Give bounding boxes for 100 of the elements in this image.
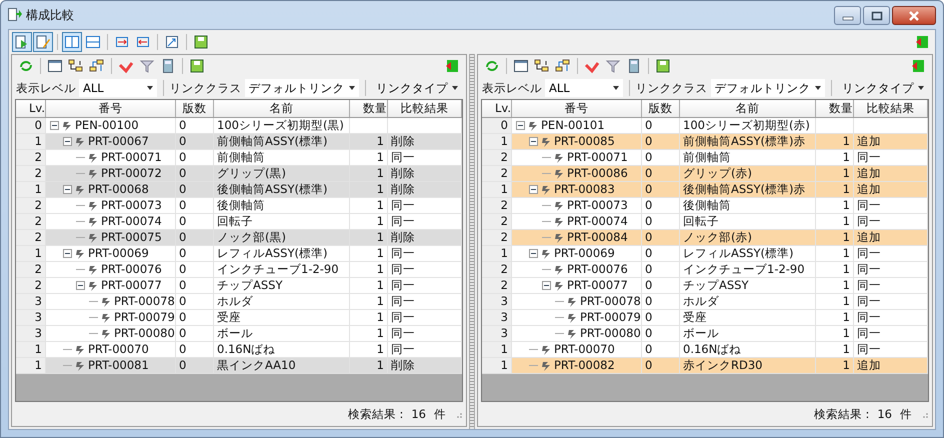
part-number: PRT-00072 — [101, 166, 162, 181]
version-cell: 0 — [176, 198, 214, 213]
table-row[interactable]: 2 PRT-00077 0 チップASSY 1 同一 — [16, 278, 462, 294]
collapse-icon[interactable] — [516, 121, 525, 130]
collapse-icon[interactable] — [50, 121, 59, 130]
table-row[interactable]: 1 PRT-00067 0 前側軸筒ASSY(標準) 1 削除 — [16, 134, 462, 150]
name-cell: 回転子 — [214, 214, 350, 229]
table-row[interactable]: 2 PRT-00073 0 後側軸筒 1 同一 — [16, 198, 462, 214]
compare-icon[interactable] — [12, 32, 32, 52]
version-cell: 0 — [642, 134, 680, 149]
version-cell: 0 — [176, 230, 214, 245]
column-header[interactable]: 数量 — [350, 100, 388, 117]
column-header[interactable]: 版数 — [176, 100, 214, 117]
table-row[interactable]: 1 PRT-00082 0 赤インクRD30 1 追加 — [482, 358, 928, 374]
quantity-cell: 1 — [350, 182, 388, 197]
column-header[interactable]: 比較結果 — [854, 100, 928, 117]
column-header[interactable]: 比較結果 — [388, 100, 462, 117]
table-row[interactable]: 2 PRT-00086 0 グリップ(赤) 1 追加 — [482, 166, 928, 182]
collapse-icon[interactable] — [76, 281, 85, 290]
part-number: PRT-00083 — [554, 182, 615, 197]
name-cell: インクチューブ1-2-90 — [214, 262, 350, 277]
level-dropdown[interactable]: ALL — [545, 79, 623, 97]
part-icon — [100, 328, 112, 340]
collapse-icon[interactable] — [529, 137, 538, 146]
column-header[interactable]: 番号 — [512, 100, 642, 117]
part-icon — [553, 200, 565, 212]
part-number: PRT-00071 — [567, 150, 628, 165]
table-row[interactable]: 2 PRT-00074 0 回転子 1 同一 — [482, 214, 928, 230]
table-row[interactable]: 2 PRT-00071 0 前側軸筒 1 同一 — [482, 150, 928, 166]
splitter-handle[interactable] — [469, 54, 475, 429]
maximize-button[interactable] — [863, 6, 890, 25]
table-row[interactable]: 2 PRT-00075 0 ノック部(黒) 1 削除 — [16, 230, 462, 246]
column-header[interactable]: 版数 — [642, 100, 680, 117]
quantity-cell: 1 — [816, 134, 854, 149]
table-row[interactable]: 3 PRT-00080 0 ボール 1 同一 — [482, 326, 928, 342]
collapse-icon[interactable] — [63, 249, 72, 258]
table-row[interactable]: 2 PRT-00073 0 後側軸筒 1 同一 — [482, 198, 928, 214]
table-row[interactable]: 1 PRT-00085 0 前側軸筒ASSY(標準)赤 1 追加 — [482, 134, 928, 150]
level-cell: 1 — [482, 358, 512, 373]
column-header[interactable]: 名前 — [214, 100, 350, 117]
table-row[interactable]: 1 PRT-00070 0 0.16Nばね 1 同一 — [482, 342, 928, 358]
table-row[interactable]: 2 PRT-00077 0 チップASSY 1 同一 — [482, 278, 928, 294]
table-row[interactable]: 1 PRT-00069 0 レフィルASSY(標準) 1 同一 — [16, 246, 462, 262]
result-cell: 同一 — [388, 214, 462, 229]
version-cell: 0 — [176, 358, 214, 373]
table-row[interactable]: 2 PRT-00076 0 インクチューブ1-2-90 1 同一 — [482, 262, 928, 278]
table-row[interactable]: 1 PRT-00070 0 0.16Nばね 1 同一 — [16, 342, 462, 358]
split-vertical-icon[interactable] — [62, 32, 82, 52]
part-icon — [87, 280, 99, 292]
table-row[interactable]: 2 PRT-00076 0 インクチューブ1-2-90 1 同一 — [16, 262, 462, 278]
part-number: PRT-00076 — [101, 262, 162, 277]
table-row[interactable]: 3 PRT-00078 0 ホルダ 1 同一 — [16, 294, 462, 310]
collapse-icon[interactable] — [529, 249, 538, 258]
level-dropdown[interactable]: ALL — [79, 79, 157, 97]
table-row[interactable]: 3 PRT-00079 0 受座 1 同一 — [16, 310, 462, 326]
table-row[interactable]: 0 PEN-00100 0 100シリーズ初期型(黒) — [16, 118, 462, 134]
column-header[interactable]: 番号 — [46, 100, 176, 117]
link-type-dropdown[interactable]: リンクタイプ — [372, 79, 462, 97]
link-type-dropdown[interactable]: リンクタイプ — [838, 79, 928, 97]
part-icon — [553, 152, 565, 164]
table-row[interactable]: 2 PRT-00084 0 ノック部(赤) 1 追加 — [482, 230, 928, 246]
table-row[interactable]: 1 PRT-00083 0 後側軸筒ASSY(標準)赤 1 追加 — [482, 182, 928, 198]
collapse-icon[interactable] — [529, 185, 538, 194]
minimize-button[interactable] — [834, 6, 861, 25]
quantity-cell: 1 — [816, 246, 854, 261]
table-row[interactable]: 3 PRT-00079 0 受座 1 同一 — [482, 310, 928, 326]
quantity-cell: 1 — [350, 278, 388, 293]
result-cell: 同一 — [388, 278, 462, 293]
result-cell: 追加 — [854, 230, 928, 245]
table-row[interactable]: 2 PRT-00072 0 グリップ(黒) 1 削除 — [16, 166, 462, 182]
table-row[interactable]: 2 PRT-00074 0 回転子 1 同一 — [16, 214, 462, 230]
column-header[interactable]: 名前 — [680, 100, 816, 117]
column-header[interactable]: Lv. — [482, 100, 512, 117]
link-class-dropdown[interactable]: デフォルトリンク — [710, 79, 826, 97]
name-cell: レフィルASSY(標準) — [680, 246, 816, 261]
close-button[interactable] — [892, 6, 936, 25]
collapse-icon[interactable] — [63, 137, 72, 146]
table-row[interactable]: 2 PRT-00071 0 前側軸筒 1 同一 — [16, 150, 462, 166]
column-header[interactable]: Lv. — [16, 100, 46, 117]
collapse-icon[interactable] — [542, 281, 551, 290]
table-row[interactable]: 3 PRT-00078 0 ホルダ 1 同一 — [482, 294, 928, 310]
edit-icon[interactable] — [33, 32, 53, 52]
collapse-icon[interactable] — [63, 185, 72, 194]
result-label: 検索結果 : — [348, 406, 404, 422]
close-icon — [908, 10, 920, 20]
part-number: PRT-00078 — [114, 294, 175, 309]
table-row[interactable]: 1 PRT-00081 0 黒インクAA10 1 削除 — [16, 358, 462, 374]
column-header[interactable]: 数量 — [816, 100, 854, 117]
quantity-cell: 1 — [816, 214, 854, 229]
quantity-cell: 1 — [816, 230, 854, 245]
result-cell: 同一 — [854, 342, 928, 357]
part-icon — [566, 312, 578, 324]
table-row[interactable]: 0 PEN-00101 0 100シリーズ初期型(赤) — [482, 118, 928, 134]
table-row[interactable]: 1 PRT-00069 0 レフィルASSY(標準) 1 同一 — [482, 246, 928, 262]
level-cell: 2 — [16, 214, 46, 229]
table-row[interactable]: 1 PRT-00068 0 後側軸筒ASSY(標準) 1 削除 — [16, 182, 462, 198]
result-cell: 削除 — [388, 166, 462, 181]
table-row[interactable]: 3 PRT-00080 0 ボール 1 同一 — [16, 326, 462, 342]
quantity-cell: 1 — [350, 294, 388, 309]
link-class-dropdown[interactable]: デフォルトリンク — [244, 79, 360, 97]
